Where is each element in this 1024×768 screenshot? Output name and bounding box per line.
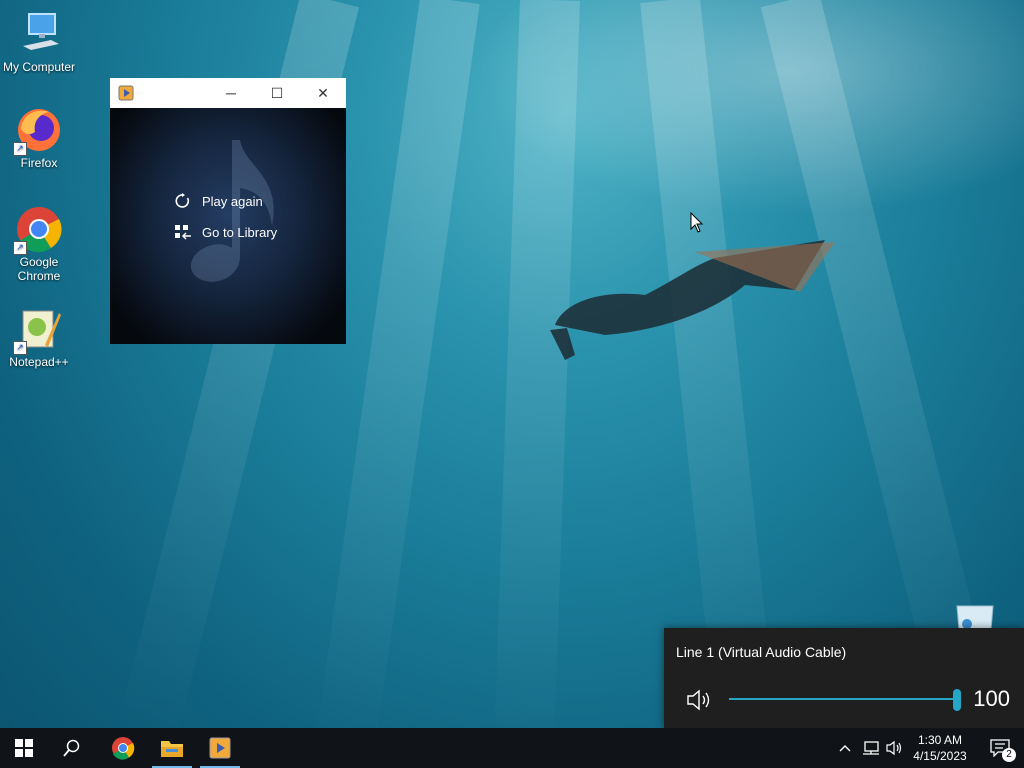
clock-time: 1:30 AM bbox=[917, 733, 963, 747]
desktop-icon-label: Notepad++ bbox=[9, 355, 69, 369]
volume-slider-thumb[interactable] bbox=[953, 689, 961, 711]
menu-item-label: Play again bbox=[202, 193, 263, 209]
volume-button[interactable] bbox=[886, 728, 904, 768]
close-button[interactable]: ✕ bbox=[300, 78, 346, 108]
action-center-button[interactable]: 2 bbox=[980, 728, 1020, 768]
play-again-button[interactable]: Play again bbox=[174, 192, 263, 210]
music-note-icon bbox=[190, 140, 274, 282]
replay-icon bbox=[174, 192, 192, 210]
volume-flyout: Line 1 (Virtual Audio Cable) 100 bbox=[664, 628, 1024, 728]
windows-icon bbox=[15, 739, 33, 757]
chrome-icon: ↗ bbox=[13, 205, 63, 255]
taskbar-clock[interactable]: 1:30 AM 4/15/2023 bbox=[905, 732, 975, 764]
chevron-up-icon bbox=[839, 745, 851, 752]
desktop-icon-google-chrome[interactable]: ↗ Google Chrome bbox=[0, 205, 78, 283]
maximize-button[interactable]: ☐ bbox=[254, 78, 300, 108]
network-icon bbox=[863, 741, 879, 755]
speaker-icon[interactable] bbox=[686, 688, 714, 712]
audio-device-name[interactable]: Line 1 (Virtual Audio Cable) bbox=[676, 644, 846, 660]
desktop-icon-notepad-plus-plus[interactable]: ↗ Notepad++ bbox=[0, 305, 78, 369]
speaker-icon bbox=[886, 740, 902, 756]
library-icon bbox=[174, 223, 192, 241]
taskbar-file-explorer[interactable] bbox=[148, 728, 196, 768]
desktop-icon-firefox[interactable]: ↗ Firefox bbox=[0, 106, 78, 170]
folder-icon bbox=[161, 741, 183, 757]
recycle-bin-icon[interactable] bbox=[955, 604, 995, 630]
firefox-icon: ↗ bbox=[13, 106, 63, 156]
network-button[interactable] bbox=[862, 728, 880, 768]
media-player-window: ─ ☐ ✕ Play again Go to Library bbox=[110, 78, 346, 344]
taskbar-media-player[interactable] bbox=[196, 728, 244, 768]
search-icon bbox=[63, 739, 80, 757]
notification-count-badge: 2 bbox=[1002, 748, 1016, 762]
diver-image bbox=[550, 240, 835, 360]
clock-date: 4/15/2023 bbox=[913, 749, 967, 763]
menu-item-label: Go to Library bbox=[202, 224, 278, 240]
chrome-icon bbox=[112, 737, 135, 760]
go-to-library-button[interactable]: Go to Library bbox=[174, 223, 277, 241]
search-button[interactable] bbox=[48, 728, 96, 768]
window-titlebar[interactable]: ─ ☐ ✕ bbox=[110, 78, 346, 108]
volume-slider-track[interactable] bbox=[729, 698, 957, 700]
taskbar: 1:30 AM 4/15/2023 2 bbox=[0, 728, 1024, 768]
desktop-icon-label: Firefox bbox=[20, 156, 58, 170]
desktop-icon-label: Google Chrome bbox=[17, 255, 61, 283]
taskbar-chrome[interactable] bbox=[99, 728, 147, 768]
player-content: Play again Go to Library bbox=[110, 108, 346, 344]
desktop-icon-my-computer[interactable]: My Computer bbox=[0, 10, 78, 74]
show-hidden-icons-button[interactable] bbox=[838, 728, 852, 768]
volume-value: 100 bbox=[973, 686, 1010, 711]
notepad-plus-plus-icon: ↗ bbox=[13, 305, 63, 355]
minimize-button[interactable]: ─ bbox=[208, 78, 254, 108]
start-button[interactable] bbox=[0, 728, 48, 768]
computer-icon bbox=[15, 10, 63, 58]
media-player-icon bbox=[118, 85, 134, 101]
mouse-cursor-icon bbox=[690, 212, 704, 233]
media-player-icon bbox=[209, 737, 231, 759]
desktop-icon-label: My Computer bbox=[2, 60, 76, 74]
